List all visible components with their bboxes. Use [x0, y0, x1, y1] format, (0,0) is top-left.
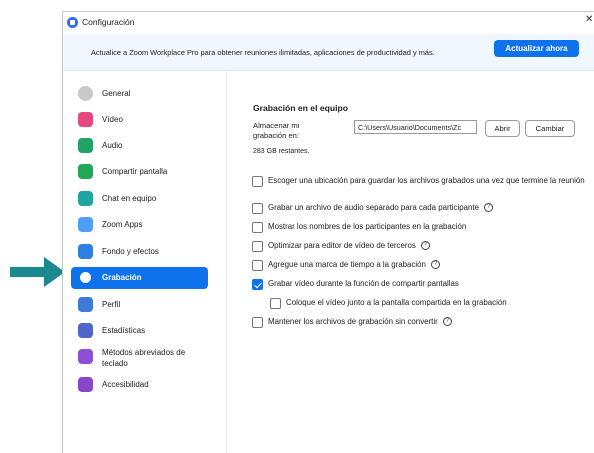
sidebar-item-label: Vídeo — [102, 115, 123, 124]
bar-chart-icon — [78, 323, 93, 338]
checkbox[interactable] — [252, 317, 263, 328]
sidebar-item-label: Accesibilidad — [102, 380, 149, 389]
sidebar-item-team-chat[interactable]: Chat en equipo — [71, 188, 208, 210]
gear-icon — [78, 86, 93, 101]
annotation-arrow-large-icon — [10, 257, 65, 287]
store-location-label: Almacenar mi grabación en: — [253, 121, 300, 140]
help-icon[interactable]: ? — [442, 317, 452, 327]
sidebar-item-label: Chat en equipo — [102, 194, 157, 203]
recording-settings-panel: Grabación en el equipo Almacenar mi grab… — [227, 70, 594, 453]
checkbox[interactable] — [252, 241, 263, 252]
sidebar-item-statistics[interactable]: Estadísticas — [71, 320, 208, 342]
close-icon[interactable]: ✕ — [585, 14, 594, 25]
apps-icon — [78, 217, 93, 232]
sidebar-item-video[interactable]: Vídeo — [71, 109, 208, 131]
record-icon — [80, 272, 91, 283]
sidebar-item-label: General — [102, 89, 131, 98]
recording-path-field[interactable]: C:\Users\Usuario\Documents\Zc — [354, 120, 477, 134]
upgrade-banner-text: Actualice a Zoom Workplace Pro para obte… — [91, 48, 435, 57]
checkbox[interactable] — [252, 222, 263, 233]
sidebar-item-label: Fondo y efectos — [102, 247, 159, 256]
option-label: Mantener los archivos de grabación sin c… — [268, 317, 590, 328]
checkbox[interactable] — [252, 203, 263, 214]
zoom-logo-icon — [67, 17, 78, 28]
settings-window: Configuración ✕ Actualice a Zoom Workpla… — [62, 11, 594, 453]
sidebar-item-profile[interactable]: Perfil — [71, 294, 208, 316]
checkbox[interactable] — [270, 298, 281, 309]
help-icon[interactable]: ? — [430, 260, 440, 270]
option-label: Optimizar para editor de vídeo de tercer… — [268, 241, 590, 252]
sidebar-item-label: Perfil — [102, 300, 121, 309]
sidebar-item-zoom-apps[interactable]: Zoom Apps — [71, 214, 208, 236]
option-label: Mostrar los nombres de los participantes… — [268, 222, 467, 231]
keyboard-icon — [78, 349, 93, 364]
sidebar-item-label: Zoom Apps — [102, 220, 143, 229]
checkbox-checked[interactable] — [252, 279, 263, 290]
sidebar-item-label: Compartir pantalla — [102, 167, 168, 176]
headphones-icon — [78, 138, 93, 153]
open-button[interactable]: Abrir — [485, 120, 520, 137]
sidebar-item-share-screen[interactable]: Compartir pantalla — [71, 161, 208, 183]
window-title: Configuración — [82, 17, 135, 27]
chat-bubble-icon — [78, 191, 93, 206]
user-icon — [78, 297, 93, 312]
title-bar: Configuración ✕ — [63, 12, 594, 34]
sidebar-item-label: Audio — [102, 141, 123, 150]
option-label: Agregue una marca de tiempo a la grabaci… — [268, 260, 590, 271]
accessibility-icon — [78, 377, 93, 392]
sidebar-item-accessibility[interactable]: Accesibilidad — [71, 374, 208, 396]
option-label: Grabar vídeo durante la función de compa… — [268, 279, 459, 288]
sidebar-item-label: Grabación — [102, 273, 142, 282]
storage-remaining: 283 GB restantes. — [253, 148, 310, 155]
option-label: Escoger una ubicación para guardar los a… — [268, 176, 585, 185]
settings-sidebar: General Vídeo Audio Compartir pantalla C… — [63, 70, 227, 453]
sidebar-item-general[interactable]: General — [71, 83, 208, 105]
video-camera-icon — [78, 112, 93, 127]
option-label: Coloque el vídeo junto a la pantalla com… — [286, 298, 507, 307]
checkbox[interactable] — [252, 176, 263, 187]
upgrade-now-button[interactable]: Actualizar ahora — [494, 40, 579, 57]
upgrade-banner: Actualice a Zoom Workplace Pro para obte… — [63, 34, 594, 71]
sidebar-item-label: Estadísticas — [102, 326, 146, 335]
change-button[interactable]: Cambiar — [525, 120, 575, 137]
sidebar-item-keyboard-shortcuts[interactable]: Métodos abreviados de teclado — [71, 346, 208, 368]
sidebar-item-audio[interactable]: Audio — [71, 135, 208, 157]
sidebar-item-background[interactable]: Fondo y efectos — [71, 241, 208, 263]
checkbox[interactable] — [252, 260, 263, 271]
background-icon — [78, 244, 93, 259]
help-icon[interactable]: ? — [484, 203, 493, 213]
option-label: Grabar un archivo de audio separado para… — [268, 203, 590, 214]
help-icon[interactable]: ? — [420, 241, 430, 251]
sidebar-item-label: Métodos abreviados de teclado — [102, 348, 186, 368]
share-screen-icon — [78, 164, 93, 179]
section-title: Grabación en el equipo — [253, 103, 349, 113]
sidebar-item-recording[interactable]: Grabación — [71, 267, 208, 289]
